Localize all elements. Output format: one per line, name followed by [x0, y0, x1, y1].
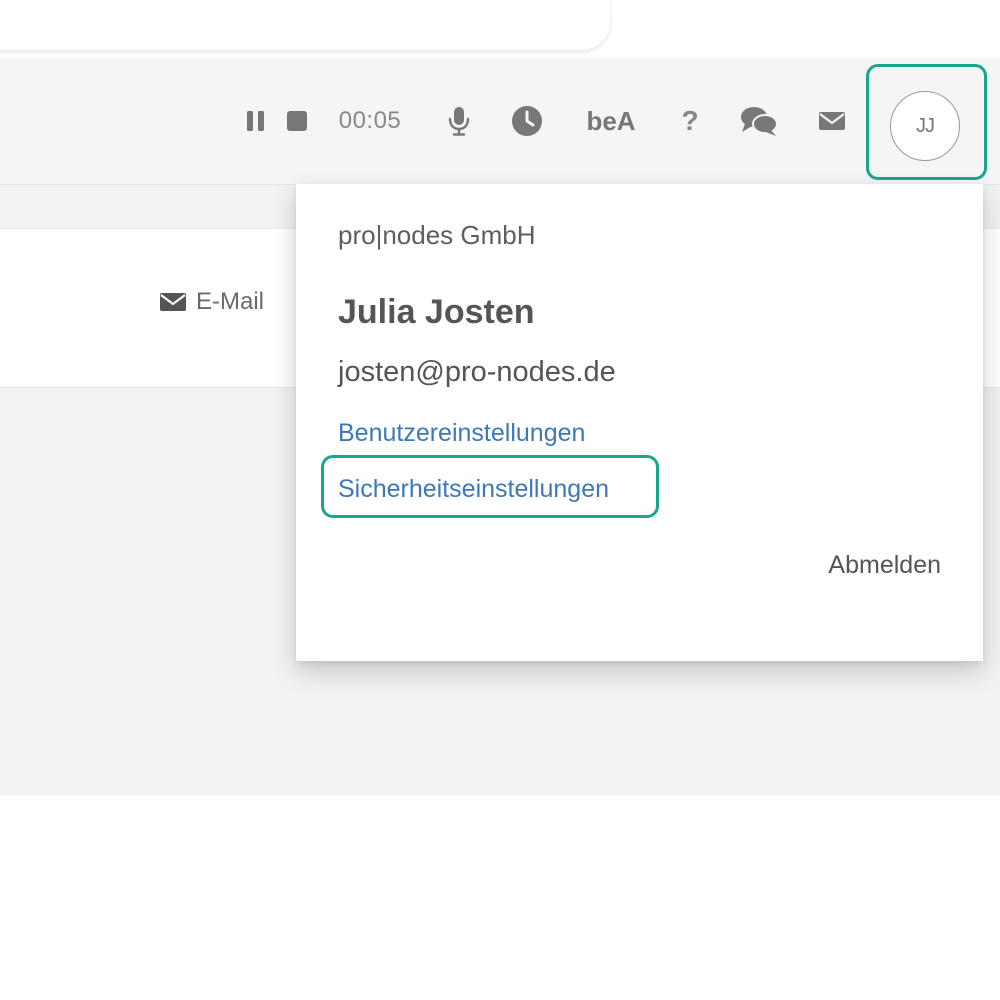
microphone-button[interactable]: [444, 58, 474, 184]
pause-button[interactable]: [242, 58, 270, 184]
timer-text: 00:05: [338, 107, 402, 134]
user-avatar-button[interactable]: JJ: [890, 91, 960, 161]
company-name: pro|nodes GmbH: [338, 220, 536, 250]
email-action-label: E-Mail: [196, 288, 265, 315]
envelope-icon: [160, 293, 186, 311]
help-label: ?: [681, 105, 699, 136]
logout-link[interactable]: Abmelden: [828, 551, 941, 580]
bea-label: beA: [586, 105, 636, 136]
messages-button[interactable]: [814, 58, 850, 184]
chat-button[interactable]: [736, 58, 782, 184]
clock-icon: [512, 106, 542, 136]
pause-icon: [247, 111, 264, 131]
email-action-link[interactable]: E-Mail: [158, 288, 264, 316]
avatar-initials: JJ: [916, 114, 935, 137]
timer-display: 00:05: [328, 58, 412, 184]
security-settings-link[interactable]: Sicherheitseinstellungen: [338, 475, 609, 504]
time-tracking-button[interactable]: [508, 58, 546, 184]
stop-button[interactable]: [282, 58, 312, 184]
search-bar[interactable]: [0, 0, 610, 50]
user-name: Julia Josten: [338, 293, 535, 331]
help-button[interactable]: ?: [672, 58, 708, 184]
user-email: josten@pro-nodes.de: [338, 356, 616, 388]
toolbar: 00:05 beA ?: [0, 58, 1000, 184]
envelope-icon: [819, 112, 845, 130]
stop-icon: [287, 111, 307, 131]
user-settings-link[interactable]: Benutzereinstellungen: [338, 419, 585, 448]
bea-button[interactable]: beA: [578, 58, 644, 184]
chat-bubbles-icon: [741, 107, 778, 136]
microphone-icon: [448, 107, 470, 136]
